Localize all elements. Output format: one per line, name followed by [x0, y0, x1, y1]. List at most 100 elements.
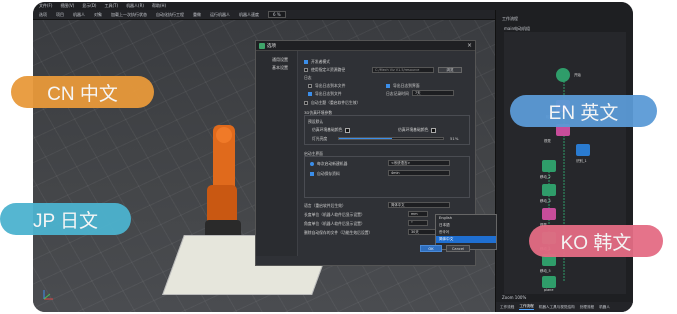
light-label: 灯光亮度: [312, 136, 328, 141]
tab-process[interactable]: 处理流程: [580, 305, 594, 310]
toolbar-object[interactable]: 对象: [94, 12, 102, 18]
log-opt3-checkbox[interactable]: [308, 92, 312, 96]
workflow-node-label: 移动_3: [540, 199, 551, 203]
auto-backup-row: 自动保存资料: [310, 171, 340, 177]
auto-backup-checkbox[interactable]: [310, 172, 314, 176]
menu-bar: 文件(F) 视图(V) 显示(D) 工具(T) 机器人(R) 帮助(H): [33, 2, 633, 10]
auto-theme-label: 自动主题（重启软件后生效）: [311, 100, 361, 105]
dev-mode-label: 开发者模式: [311, 59, 330, 64]
browse-button[interactable]: 浏览: [438, 67, 462, 73]
language-option-korean[interactable]: 한국어: [436, 229, 496, 236]
auto-theme-checkbox[interactable]: [304, 101, 308, 105]
toolbar-run-robot[interactable]: 运行机器人: [210, 12, 230, 18]
tab-workflow-2[interactable]: 工作流程: [519, 304, 534, 310]
workflow-node-start-icon[interactable]: [556, 68, 570, 82]
language-option-chinese[interactable]: 简体中文: [436, 236, 496, 243]
log-opt1-label: 导出日志到本文件: [315, 83, 346, 88]
custom-path-row: 使用指定义资源路径: [304, 67, 345, 73]
workflow-node-plane[interactable]: [542, 276, 556, 288]
menu-general-settings[interactable]: 通用设置: [256, 51, 297, 63]
grid-color-label: 仿真环境基础颜色: [398, 127, 429, 132]
light-slider[interactable]: [338, 137, 444, 140]
toolbar: 选项 项目 机器人 对象 加载上一次执行状态 自动化执行工程 重做 运行机器人 …: [33, 10, 503, 20]
close-icon[interactable]: ×: [467, 42, 472, 49]
menu-tools[interactable]: 工具(T): [104, 3, 118, 9]
auto-backup-field[interactable]: 4min: [388, 170, 450, 176]
log-opt1-row: 导出日志到本文件: [308, 83, 345, 89]
toolbar-options[interactable]: 选项: [39, 12, 47, 18]
language-label: 语言（重启软件后生效）: [304, 203, 346, 208]
toolbar-auto-run[interactable]: 自动化执行工程: [156, 12, 184, 18]
workflow-node-label: 识别_1: [576, 159, 587, 163]
dialog-title: 选项: [267, 44, 276, 49]
workflow-title: 工作流程: [502, 16, 518, 21]
system-language-field[interactable]: <系统语言>: [388, 160, 450, 166]
workflow-node-detect[interactable]: [576, 144, 590, 156]
dev-mode-checkbox[interactable]: [304, 60, 308, 64]
menu-help[interactable]: 帮助(H): [152, 3, 166, 9]
toolbar-redo[interactable]: 重做: [193, 12, 201, 18]
log-section-label: 日志: [304, 75, 312, 80]
menu-basic-settings[interactable]: 基本设置: [256, 63, 297, 71]
workflow-tabs: 工作流程 工作流程 机器人工具与视觉结构 处理流程 机器人: [496, 302, 633, 312]
language-option-english[interactable]: English: [436, 215, 496, 222]
angle-unit-label: 角度单位（机器人软件后显示设置）: [304, 221, 365, 226]
ok-button[interactable]: OK: [420, 245, 442, 252]
language-select[interactable]: 简体中文: [388, 202, 450, 208]
toolbar-load-last[interactable]: 加载上一次执行状态: [111, 12, 147, 18]
workflow-node-label: 开始: [574, 73, 581, 77]
preset-label: 预设默认: [308, 119, 324, 124]
annotation-ko: KO 韩文: [529, 225, 663, 257]
tab-workflow-1[interactable]: 工作流程: [500, 305, 514, 310]
workflow-zoom-label: Zoom 100%: [502, 295, 527, 300]
workflow-node-move-2[interactable]: [542, 160, 556, 172]
workflow-node-label: 视觉: [544, 139, 551, 143]
annotation-jp: JP 日文: [0, 203, 131, 235]
bg-color-label: 仿真环境基础颜色: [312, 127, 343, 132]
workflow-node-move-3[interactable]: [542, 184, 556, 196]
menu-file[interactable]: 文件(F): [39, 3, 52, 9]
log-opt1-checkbox[interactable]: [308, 84, 312, 88]
workflow-node-label: plane: [544, 288, 554, 292]
bg-color-swatch[interactable]: [345, 127, 351, 133]
log-opt2-checkbox[interactable]: [386, 84, 390, 88]
length-unit-select[interactable]: mm: [408, 211, 428, 217]
workflow-subtitle: main电动机组: [504, 26, 530, 31]
grid-color-swatch[interactable]: [431, 127, 437, 133]
angle-unit-select[interactable]: °: [408, 220, 428, 226]
app-logo-icon: [259, 43, 265, 49]
delete-select[interactable]: 30天: [408, 229, 438, 235]
language-option-japanese[interactable]: 日本語: [436, 222, 496, 229]
annotation-en: EN 英文: [510, 95, 657, 127]
delete-label: 删除自动保存的文件（功能生效后设置）: [304, 230, 373, 235]
workflow-panel: 工作流程 main电动机组 开始 相机 视觉 识别_1 移动_2 移动_3 视觉…: [495, 10, 633, 312]
annotation-cn: CN 中文: [11, 76, 154, 108]
menu-robot[interactable]: 机器人(R): [126, 3, 144, 9]
menu-view[interactable]: 视图(V): [60, 3, 74, 9]
tab-robot-tools[interactable]: 机器人工具与视觉结构: [539, 305, 575, 310]
menu-display[interactable]: 显示(D): [82, 3, 96, 9]
path-field[interactable]: C:/Mech Viz V1.5/resource: [372, 67, 434, 73]
length-unit-label: 长度单位（机器人软件后显示设置）: [304, 212, 365, 217]
dialog-title-bar[interactable]: 选项 ×: [256, 41, 475, 51]
toolbar-project[interactable]: 项目: [56, 12, 64, 18]
cancel-button[interactable]: Cancel: [446, 245, 470, 252]
tab-robot[interactable]: 机器人: [599, 305, 610, 310]
robot-speed-input[interactable]: 6 %: [268, 11, 286, 18]
auto-backup-label: 自动保存资料: [317, 171, 340, 176]
log-interval-select[interactable]: 7天: [412, 90, 454, 96]
grid-color-row: 仿真环境基础颜色: [398, 127, 437, 133]
dialog-body: 开发者模式 使用指定义资源路径 C:/Mech Viz V1.5/resourc…: [302, 53, 497, 253]
custom-path-checkbox[interactable]: [304, 68, 308, 72]
log-interval-label: 日志记录时间: [386, 91, 409, 96]
workflow-node-label: 移动_5: [540, 269, 551, 273]
workflow-node-label: 移动_2: [540, 175, 551, 179]
toolbar-robot-speed: 机器人速度: [239, 11, 259, 17]
dev-mode-row: 开发者模式: [304, 59, 330, 65]
light-slider-fill: [339, 138, 393, 139]
workflow-node-vision-2[interactable]: [542, 208, 556, 220]
startup-opt1-radio[interactable]: [310, 162, 314, 166]
auto-theme-row: 自动主题（重启软件后生效）: [304, 100, 360, 106]
log-opt3-row: 导出日志到文件: [308, 91, 342, 97]
toolbar-robot[interactable]: 机器人: [73, 12, 85, 18]
